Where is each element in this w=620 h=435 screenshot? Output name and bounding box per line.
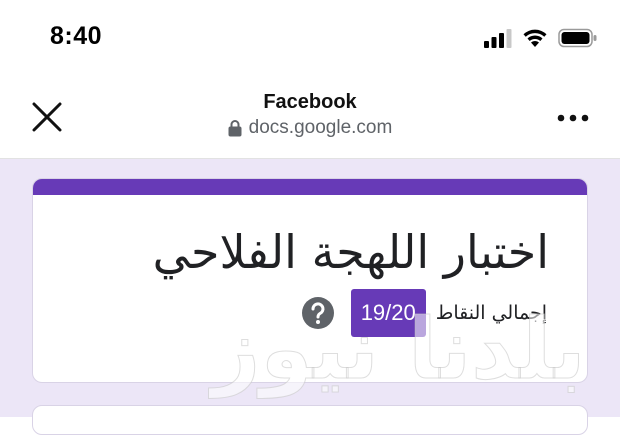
battery-icon: [558, 28, 597, 48]
browser-header: Facebook docs.google.com: [0, 76, 620, 159]
status-icons: [484, 26, 598, 50]
cellular-signal-icon: [484, 29, 512, 48]
score-badge: 19/20: [350, 289, 426, 337]
form-title: اختبار اللهجة الفلاحي: [152, 225, 549, 279]
url-bar[interactable]: docs.google.com: [0, 117, 620, 139]
help-icon[interactable]: [301, 296, 335, 330]
status-time: 8:40: [50, 22, 103, 50]
question-card: [32, 405, 588, 435]
page-title: Facebook: [263, 91, 357, 113]
form-header-card: اختبار اللهجة الفلاحي إجمالي النقاط 19/2…: [32, 178, 588, 383]
status-bar: 8:40: [0, 0, 620, 76]
more-icon[interactable]: [556, 112, 590, 124]
card-accent-bar: [33, 179, 587, 195]
wifi-icon: [523, 29, 547, 47]
lock-icon: [228, 120, 242, 137]
score-label: إجمالي النقاط: [435, 302, 547, 324]
score-row: إجمالي النقاط 19/20: [301, 289, 547, 337]
url-text: docs.google.com: [248, 117, 393, 138]
